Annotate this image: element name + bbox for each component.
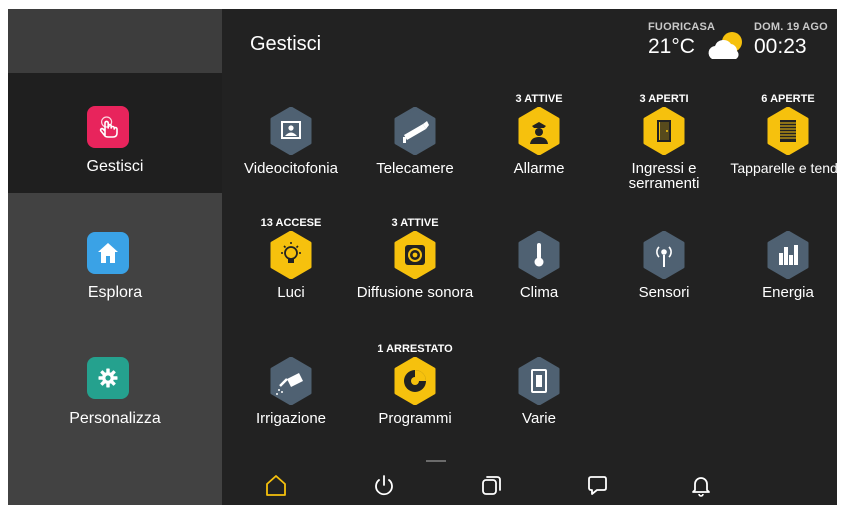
- status-badge: 3 APERTI: [639, 93, 689, 105]
- tile-energia[interactable]: Energia: [726, 217, 837, 337]
- tile-label: Allarme: [513, 160, 565, 177]
- shutter-icon: [767, 106, 809, 156]
- program-icon: [394, 356, 436, 406]
- sidebar-item-label: Personalizza: [69, 410, 161, 427]
- bell-icon: [692, 477, 710, 497]
- status-badge: 3 ATTIVE: [515, 93, 563, 105]
- weather-temperature: 21°C: [648, 35, 695, 58]
- tile-label: Programmi: [378, 410, 452, 427]
- sidebar-top-panel: [8, 9, 222, 73]
- clock-time: 00:23: [754, 35, 807, 58]
- status-badge: 13 ACCESE: [260, 217, 322, 229]
- tile-label: Diffusione sonora: [356, 284, 474, 301]
- camera-icon: [394, 106, 436, 156]
- thermometer-icon: [518, 230, 560, 280]
- sidebar-item-gestisci[interactable]: Gestisci: [8, 73, 222, 193]
- status-badge: 3 ATTIVE: [391, 217, 439, 229]
- tile-videocitofonia[interactable]: Videocitofonia: [229, 93, 353, 213]
- nav-messages-button[interactable]: [583, 471, 611, 499]
- date-label: DOM. 19 AGO: [754, 21, 828, 33]
- gear-icon: [87, 357, 129, 399]
- page-title: Gestisci: [250, 33, 322, 55]
- status-badge: 1 ARRESTATO: [377, 343, 453, 355]
- tile-tapparelle[interactable]: 6 APERTE Tapparelle e tende: [726, 93, 837, 213]
- nav-power-button[interactable]: [370, 471, 398, 499]
- home-icon: [87, 232, 129, 274]
- tile-label: Clima: [519, 284, 559, 301]
- nav-notifications-button[interactable]: [687, 471, 715, 499]
- tile-telecamere[interactable]: Telecamere: [353, 93, 477, 213]
- speaker-icon: [394, 230, 436, 280]
- tile-luci[interactable]: 13 ACCESE Luci: [229, 217, 353, 337]
- door-icon: [643, 106, 685, 156]
- tile-allarme[interactable]: 3 ATTIVE Allarme: [477, 93, 601, 213]
- tile-label: Ingressi e serramenti: [628, 160, 700, 192]
- energy-bars-icon: [767, 230, 809, 280]
- power-icon: [375, 475, 393, 496]
- sensor-icon: [643, 230, 685, 280]
- tile-ingressi[interactable]: 3 APERTI Ingressi e serramenti: [602, 93, 726, 213]
- nav-home-button[interactable]: [262, 471, 290, 499]
- sidebar-item-personalizza[interactable]: Personalizza: [8, 324, 222, 444]
- switch-icon: [518, 356, 560, 406]
- alarm-guard-icon: [518, 106, 560, 156]
- tile-sensori[interactable]: Sensori: [602, 217, 726, 337]
- tile-label: Videocitofonia: [244, 160, 338, 177]
- tile-programmi[interactable]: 1 ARRESTATO Programmi: [353, 343, 477, 463]
- tile-diffusione-sonora[interactable]: 3 ATTIVE Diffusione sonora: [353, 217, 477, 337]
- tile-label: Varie: [522, 410, 556, 427]
- tile-label: Energia: [762, 284, 814, 301]
- chat-icon: [588, 476, 607, 495]
- tile-label: Luci: [277, 284, 305, 301]
- tile-clima[interactable]: Clima: [477, 217, 601, 337]
- watering-can-icon: [270, 356, 312, 406]
- hand-touch-icon: [87, 106, 129, 148]
- tile-irrigazione[interactable]: Irrigazione: [229, 343, 353, 463]
- sidebar: Gestisci Esplora Personalizza: [8, 9, 222, 505]
- tile-label: Sensori: [638, 284, 690, 301]
- home-outline-icon: [266, 475, 286, 496]
- windows-icon: [482, 476, 501, 495]
- tile-label: Telecamere: [376, 160, 454, 177]
- status-badge: 6 APERTE: [761, 93, 815, 105]
- sidebar-item-esplora[interactable]: Esplora: [8, 199, 222, 319]
- tile-label: Tapparelle e tende: [730, 160, 837, 176]
- scroll-indicator: [426, 460, 446, 462]
- partly-cloudy-icon: [706, 29, 748, 66]
- nav-windows-button[interactable]: [477, 471, 505, 499]
- sidebar-item-label: Esplora: [87, 284, 143, 301]
- sidebar-item-label: Gestisci: [86, 158, 144, 175]
- tile-label: Irrigazione: [255, 410, 327, 427]
- videocitofonia-icon: [270, 106, 312, 156]
- bulb-icon: [270, 230, 312, 280]
- smart-home-screen: Gestisci Esplora Personalizza Gestisci F…: [8, 9, 837, 505]
- tile-varie[interactable]: Varie: [477, 343, 601, 463]
